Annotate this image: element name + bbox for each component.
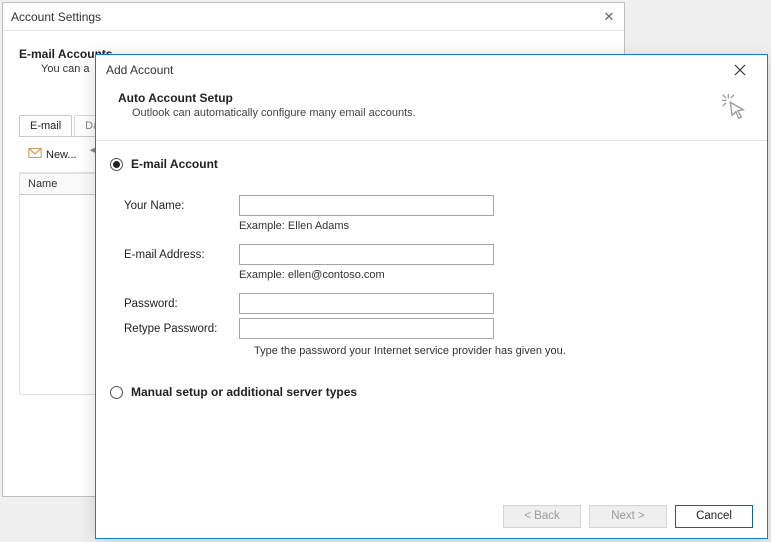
add-account-dialog: Add Account Auto Account Setup Outlook c…	[95, 54, 768, 539]
hint-your-name: Example: Ellen Adams	[239, 220, 739, 232]
cancel-button[interactable]: Cancel	[675, 505, 753, 528]
close-icon[interactable]: ✕	[602, 10, 616, 24]
tab-email[interactable]: E-mail	[19, 115, 72, 136]
email-input[interactable]	[239, 244, 494, 265]
account-settings-titlebar: Account Settings ✕	[3, 3, 624, 31]
next-button[interactable]: Next >	[589, 505, 667, 528]
row-email: E-mail Address:	[124, 244, 739, 265]
wizard-body: E-mail Account Your Name: Example: Ellen…	[96, 141, 767, 405]
label-password: Password:	[124, 298, 239, 310]
password-input[interactable]	[239, 293, 494, 314]
label-your-name: Your Name:	[124, 200, 239, 212]
wizard-header-text: Auto Account Setup Outlook can automatic…	[118, 91, 416, 119]
radio-email-label: E-mail Account	[131, 157, 218, 171]
radio-manual-setup[interactable]: Manual setup or additional server types	[110, 385, 739, 399]
wizard-button-bar: < Back Next > Cancel	[96, 494, 767, 538]
radio-manual-label: Manual setup or additional server types	[131, 385, 357, 399]
label-retype-password: Retype Password:	[124, 323, 239, 335]
wizard-subtitle: Outlook can automatically configure many…	[132, 107, 416, 119]
hint-password: Type the password your Internet service …	[254, 345, 739, 357]
new-account-button[interactable]: New...	[23, 143, 82, 166]
row-your-name: Your Name:	[124, 195, 739, 216]
wizard-header: Auto Account Setup Outlook can automatic…	[96, 85, 767, 141]
add-account-titlebar: Add Account	[96, 55, 767, 85]
account-settings-title: Account Settings	[11, 10, 101, 24]
add-account-title: Add Account	[106, 63, 173, 77]
row-password: Password:	[124, 293, 739, 314]
hint-email: Example: ellen@contoso.com	[239, 269, 739, 281]
close-icon[interactable]	[723, 59, 757, 81]
row-retype-password: Retype Password:	[124, 318, 739, 339]
your-name-input[interactable]	[239, 195, 494, 216]
label-email: E-mail Address:	[124, 249, 239, 261]
new-account-label: New...	[46, 149, 77, 161]
click-cursor-icon	[719, 91, 749, 126]
retype-password-input[interactable]	[239, 318, 494, 339]
radio-email-account[interactable]: E-mail Account	[110, 157, 739, 171]
radio-selected-icon	[110, 158, 123, 171]
wizard-title: Auto Account Setup	[118, 91, 416, 105]
radio-unselected-icon	[110, 386, 123, 399]
mail-icon	[28, 146, 42, 163]
back-button: < Back	[503, 505, 581, 528]
